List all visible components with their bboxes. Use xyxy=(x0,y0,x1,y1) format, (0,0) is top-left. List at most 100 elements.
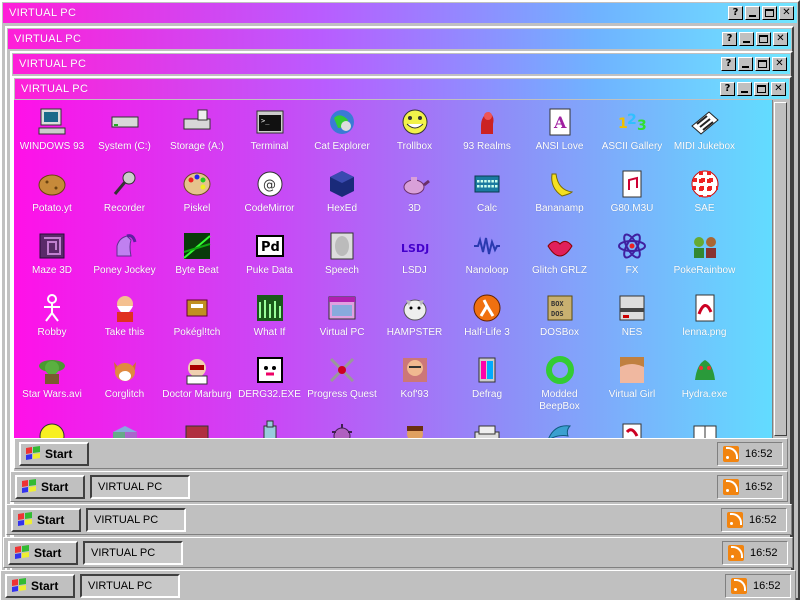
desktop-icon[interactable] xyxy=(597,416,667,438)
minimize-button[interactable] xyxy=(738,57,753,71)
desktop-icon[interactable]: Piskel xyxy=(162,168,232,215)
close-button[interactable]: ✕ xyxy=(772,57,787,71)
minimize-button[interactable] xyxy=(737,82,752,96)
desktop-icon[interactable] xyxy=(90,416,160,438)
desktop-icon[interactable]: Kof'93 xyxy=(380,354,450,401)
desktop-icon[interactable]: 123 ASCII Gallery xyxy=(597,106,667,153)
desktop-icon-label: Defrag xyxy=(471,389,502,400)
desktop-icon[interactable]: System (C:) xyxy=(90,106,160,153)
rss-icon[interactable] xyxy=(727,512,743,528)
desktop-icon[interactable]: A ANSI Love xyxy=(525,106,595,153)
desktop-icon[interactable]: HAMPSTER xyxy=(380,292,450,339)
help-button[interactable]: ? xyxy=(721,57,736,71)
svg-text:2: 2 xyxy=(627,112,637,128)
maximize-button[interactable] xyxy=(762,6,777,20)
rss-icon[interactable] xyxy=(723,479,739,495)
desktop-icon[interactable]: WINDOWS 93 xyxy=(17,106,87,153)
start-button[interactable]: Start xyxy=(15,475,85,499)
desktop-icon[interactable]: Corglitch xyxy=(90,354,160,401)
desktop-icon[interactable] xyxy=(162,416,232,438)
start-button[interactable]: Start xyxy=(8,541,78,565)
desktop-icon[interactable]: Storage (A:) xyxy=(162,106,232,153)
desktop-icon-label: Puke Data xyxy=(246,265,293,276)
start-button[interactable]: Start xyxy=(19,442,89,466)
desktop-icon[interactable] xyxy=(525,416,595,438)
desktop-icon[interactable]: Modded BeepBox xyxy=(525,354,595,413)
taskbar-task-button[interactable]: VIRTUAL PC xyxy=(83,541,183,565)
taskbar-task-button[interactable]: VIRTUAL PC xyxy=(86,508,186,532)
desktop-icon[interactable]: BOX DOS DOSBox xyxy=(525,292,595,339)
desktop-icon[interactable]: Bananamp xyxy=(525,168,595,215)
desktop-icon[interactable]: LSDJ LSDJ xyxy=(380,230,450,277)
desktop-icon[interactable]: Potato.yt xyxy=(17,168,87,215)
rss-icon[interactable] xyxy=(723,446,739,462)
desktop-icon[interactable]: Take this xyxy=(90,292,160,339)
desktop-icon[interactable]: Glitch GRLZ xyxy=(525,230,595,277)
minimize-button[interactable] xyxy=(745,6,760,20)
desktop-icon[interactable]: lenna.png xyxy=(670,292,740,339)
desktop-icon[interactable]: Progress Quest xyxy=(307,354,377,401)
taskbar-task-button[interactable]: VIRTUAL PC xyxy=(90,475,190,499)
start-button[interactable]: Start xyxy=(5,574,75,598)
desktop-icon[interactable]: 3D xyxy=(380,168,450,215)
desktop-icon[interactable]: 93 Realms xyxy=(452,106,522,153)
title-bar[interactable]: VIRTUAL PC ? ✕ xyxy=(3,3,797,23)
desktop-icon[interactable]: Defrag xyxy=(452,354,522,401)
desktop-icon[interactable]: Hydra.exe xyxy=(670,354,740,401)
rss-icon[interactable] xyxy=(728,545,744,561)
desktop-icon[interactable] xyxy=(307,416,377,438)
desktop-icon[interactable]: What If xyxy=(235,292,305,339)
desktop-icon[interactable]: Pd Puke Data xyxy=(235,230,305,277)
desktop-icon[interactable]: Cat Explorer xyxy=(307,106,377,153)
desktop-icon[interactable]: Half-Life 3 xyxy=(452,292,522,339)
vertical-scrollbar[interactable] xyxy=(772,100,788,438)
maximize-button[interactable] xyxy=(756,32,771,46)
bottle-icon xyxy=(254,416,286,438)
desktop-icon[interactable]: SAE xyxy=(670,168,740,215)
rss-icon[interactable] xyxy=(731,578,747,594)
desktop-icon[interactable]: Pokégl!tch xyxy=(162,292,232,339)
desktop-icon[interactable]: PokeRainbow xyxy=(670,230,740,277)
help-button[interactable]: ? xyxy=(722,32,737,46)
desktop-icon[interactable]: Recorder xyxy=(90,168,160,215)
close-button[interactable]: ✕ xyxy=(773,32,788,46)
title-bar[interactable]: VIRTUAL PC ? ✕ xyxy=(8,29,791,49)
desktop-icon[interactable]: Byte Beat xyxy=(162,230,232,277)
taskbar-task-button[interactable]: VIRTUAL PC xyxy=(80,574,180,598)
desktop-icon[interactable]: Trollbox xyxy=(380,106,450,153)
desktop-icon[interactable]: Nanoloop xyxy=(452,230,522,277)
desktop-icon[interactable] xyxy=(670,416,740,438)
help-button[interactable]: ? xyxy=(728,6,743,20)
desktop-icon[interactable]: Poney Jockey xyxy=(90,230,160,277)
title-bar[interactable]: VIRTUAL PC ? ✕ xyxy=(15,79,789,99)
desktop-icon[interactable] xyxy=(235,416,305,438)
close-button[interactable]: ✕ xyxy=(771,82,786,96)
desktop-icon[interactable] xyxy=(380,416,450,438)
start-button[interactable]: Start xyxy=(11,508,81,532)
desktop-icon[interactable]: DERG32.EXE xyxy=(235,354,305,401)
desktop-icon[interactable]: HexEd xyxy=(307,168,377,215)
desktop-icon[interactable]: NES xyxy=(597,292,667,339)
desktop-icon[interactable]: Doctor Marburg xyxy=(162,354,232,401)
desktop-icon[interactable]: @ CodeMirror xyxy=(235,168,305,215)
desktop-icon[interactable]: >_ Terminal xyxy=(235,106,305,153)
desktop-icon[interactable]: G80.M3U xyxy=(597,168,667,215)
desktop-icon[interactable]: Virtual Girl xyxy=(597,354,667,401)
desktop-icon[interactable]: Virtual PC xyxy=(307,292,377,339)
desktop-icon[interactable]: MIDI Jukebox xyxy=(670,106,740,153)
desktop-icon[interactable]: Star Wars.avi xyxy=(17,354,87,401)
minimize-button[interactable] xyxy=(739,32,754,46)
desktop-icon[interactable]: Speech xyxy=(307,230,377,277)
title-bar[interactable]: VIRTUAL PC ? ✕ xyxy=(13,54,790,74)
maximize-button[interactable] xyxy=(755,57,770,71)
desktop-icon[interactable]: FX xyxy=(597,230,667,277)
desktop-icon[interactable] xyxy=(452,416,522,438)
desktop-icon[interactable]: Maze 3D xyxy=(17,230,87,277)
desktop-icon[interactable]: Calc xyxy=(452,168,522,215)
desktop-icon[interactable] xyxy=(17,416,87,438)
maximize-button[interactable] xyxy=(754,82,769,96)
scrollbar-thumb[interactable] xyxy=(774,102,787,436)
close-button[interactable]: ✕ xyxy=(779,6,794,20)
help-button[interactable]: ? xyxy=(720,82,735,96)
desktop-icon[interactable]: Robby xyxy=(17,292,87,339)
